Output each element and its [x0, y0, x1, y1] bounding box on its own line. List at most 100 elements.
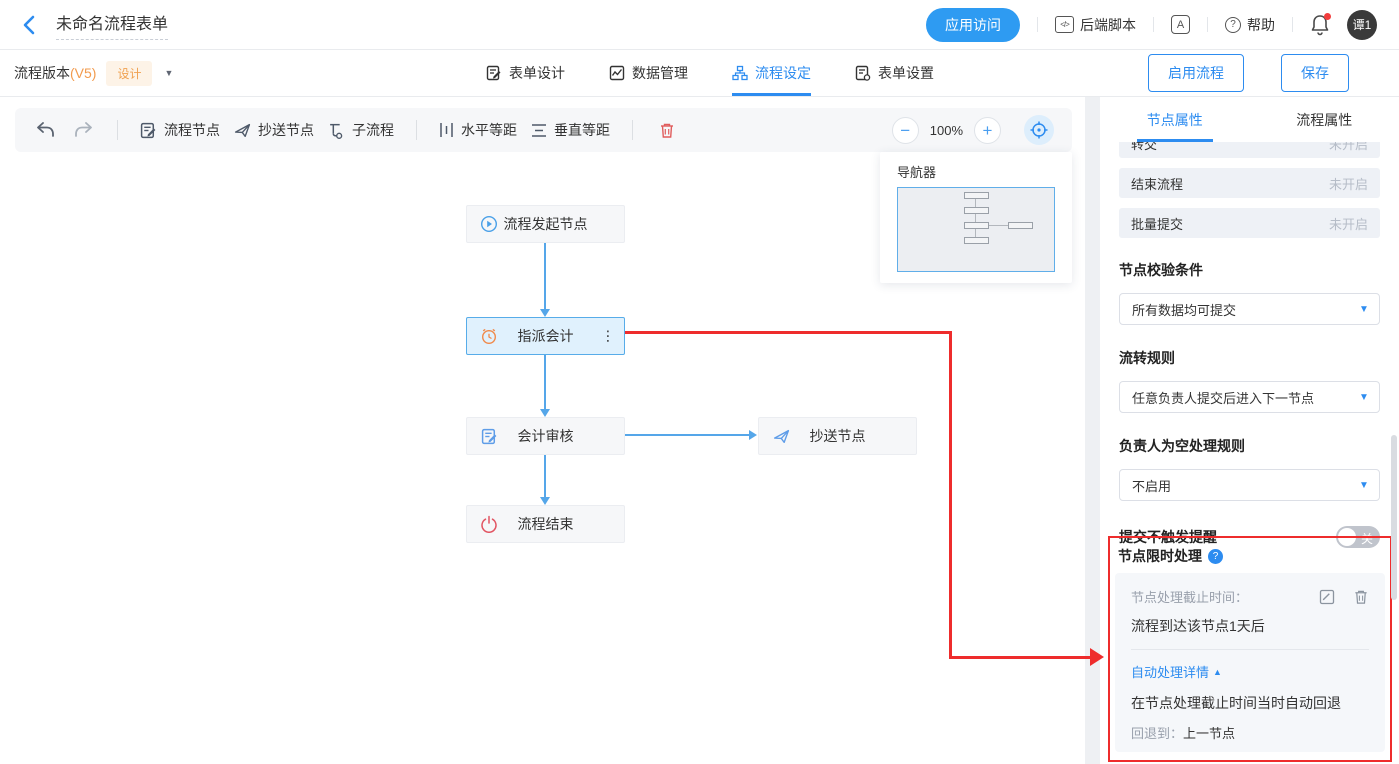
- help-label: 帮助: [1247, 15, 1275, 35]
- crosshair-icon: [1030, 121, 1048, 139]
- tab-flow-settings[interactable]: 流程设定: [732, 50, 811, 96]
- annotation-arrowhead: [1090, 648, 1104, 666]
- empty-owner-rule-select[interactable]: 不启用 ▼: [1119, 469, 1380, 501]
- main-tabs: 表单设计 数据管理 流程设定 表单设置: [486, 50, 934, 96]
- paper-plane-icon: [234, 122, 251, 139]
- edit-icon[interactable]: [1319, 589, 1335, 605]
- horizontal-distribute-icon: [439, 122, 454, 138]
- flow-settings-icon: [732, 65, 748, 81]
- connector-arrow: [540, 309, 550, 317]
- minimap-node: [1008, 222, 1033, 229]
- node-menu-button[interactable]: ⋮: [601, 328, 615, 345]
- chevron-down-icon: ▼: [1349, 392, 1379, 403]
- trash-icon[interactable]: [1353, 589, 1369, 605]
- back-chevron-icon: [22, 14, 36, 36]
- tab-form-settings[interactable]: 表单设置: [855, 50, 934, 96]
- flow-canvas[interactable]: 流程节点 抄送节点 子流程 水平等距 垂直等距: [0, 97, 1085, 764]
- backend-script-button[interactable]: </> 后端脚本: [1055, 15, 1136, 35]
- divider: [632, 120, 633, 140]
- add-subflow-button[interactable]: 子流程: [328, 120, 394, 140]
- node-start[interactable]: 流程发起节点: [466, 205, 625, 243]
- navigator-title: 导航器: [880, 152, 1072, 187]
- version-tag: (V5): [70, 65, 96, 81]
- panel-scrollbar[interactable]: [1391, 435, 1397, 600]
- deadline-label: 节点处理截止时间：: [1131, 587, 1248, 606]
- power-icon: [480, 515, 498, 533]
- node-cc[interactable]: 抄送节点: [758, 417, 917, 455]
- undo-button[interactable]: [33, 118, 57, 142]
- rollback-label: 回退到：: [1131, 726, 1183, 741]
- save-button[interactable]: 保存: [1281, 54, 1349, 92]
- minimap-node: [964, 207, 989, 214]
- back-button[interactable]: [16, 12, 42, 38]
- fit-view-button[interactable]: [1024, 115, 1054, 145]
- tab-flow-properties[interactable]: 流程属性: [1250, 97, 1399, 142]
- auto-detail-link[interactable]: 自动处理详情 ▲: [1131, 662, 1222, 681]
- play-icon: [480, 215, 498, 233]
- empty-owner-rule-label: 负责人为空处理规则: [1119, 436, 1380, 456]
- backend-script-label: 后端脚本: [1080, 15, 1136, 35]
- chevron-down-icon: ▼: [1349, 304, 1379, 315]
- row-end-flow[interactable]: 结束流程 未开启: [1119, 168, 1380, 198]
- node-end[interactable]: 流程结束: [466, 505, 625, 543]
- zoom-out-button[interactable]: −: [892, 117, 919, 144]
- redo-icon: [74, 122, 93, 138]
- tab-form-design[interactable]: 表单设计: [486, 50, 565, 96]
- navigator-minimap[interactable]: [897, 187, 1055, 272]
- chevron-up-icon: ▲: [1213, 667, 1222, 677]
- properties-panel: 节点属性 流程属性 转交 未开启 结束流程 未开启 批量提交 未开启 节点校验条…: [1100, 97, 1399, 764]
- annotation-line: [949, 656, 1090, 659]
- minimap-node: [964, 237, 989, 244]
- reference-icon[interactable]: A: [1171, 15, 1190, 34]
- avatar[interactable]: 谭1: [1347, 10, 1377, 40]
- form-design-icon: [486, 65, 502, 81]
- enable-flow-button[interactable]: 启用流程: [1148, 54, 1244, 92]
- data-management-icon: [609, 65, 625, 81]
- divider: [1153, 17, 1154, 32]
- add-cc-node-button[interactable]: 抄送节点: [234, 120, 314, 140]
- tab-node-properties[interactable]: 节点属性: [1100, 97, 1250, 142]
- delete-button[interactable]: [655, 118, 679, 142]
- flow-rule-label: 流转规则: [1119, 348, 1380, 368]
- flow-rule-select[interactable]: 任意负责人提交后进入下一节点 ▼: [1119, 381, 1380, 413]
- row-transfer[interactable]: 转交 未开启: [1119, 142, 1380, 158]
- divider: [1131, 649, 1369, 650]
- alarm-clock-icon: [480, 327, 498, 345]
- help-button[interactable]: ? 帮助: [1225, 15, 1275, 35]
- auto-detail-text: 在节点处理截止时间当时自动回退: [1131, 693, 1369, 713]
- connector-arrow: [749, 430, 757, 440]
- row-batch-submit[interactable]: 批量提交 未开启: [1119, 208, 1380, 238]
- sub-header: 流程版本 (V5) 设计 ▼ 表单设计 数据管理 流程设定 表单设置 启用流程: [0, 50, 1399, 97]
- status-badge: 未开启: [1329, 174, 1368, 193]
- node-accountant-review[interactable]: 会计审核: [466, 417, 625, 455]
- validation-label: 节点校验条件: [1119, 260, 1380, 280]
- horizontal-distribute-button[interactable]: 水平等距: [439, 120, 517, 140]
- app-access-button[interactable]: 应用访问: [926, 8, 1020, 42]
- add-flow-node-button[interactable]: 流程节点: [140, 120, 220, 140]
- validation-select[interactable]: 所有数据均可提交 ▼: [1119, 293, 1380, 325]
- divider: [1037, 17, 1038, 32]
- flow-node-icon: [140, 122, 157, 139]
- notification-bell-button[interactable]: [1310, 14, 1330, 36]
- question-icon: ?: [1225, 17, 1241, 33]
- annotation-line: [625, 331, 952, 334]
- status-badge: 未开启: [1329, 214, 1368, 233]
- node-assign-accountant[interactable]: 指派会计 ⋮: [466, 317, 625, 355]
- time-limit-title: 节点限时处理: [1118, 546, 1202, 566]
- redo-button[interactable]: [71, 118, 95, 142]
- form-settings-icon: [855, 65, 871, 81]
- tab-data-management[interactable]: 数据管理: [609, 50, 688, 96]
- notification-dot: [1324, 13, 1331, 20]
- connector: [544, 355, 546, 409]
- vertical-distribute-button[interactable]: 垂直等距: [531, 120, 610, 140]
- rollback-value: 上一节点: [1183, 726, 1235, 741]
- app-window: 未命名流程表单 应用访问 </> 后端脚本 A ? 帮助 谭1 流程版本: [0, 0, 1399, 764]
- version-caret-icon[interactable]: ▼: [164, 68, 173, 78]
- zoom-in-button[interactable]: +: [974, 117, 1001, 144]
- minimap-node: [964, 192, 989, 199]
- version-label: 流程版本: [14, 63, 70, 83]
- divider: [117, 120, 118, 140]
- help-icon[interactable]: ?: [1208, 549, 1223, 564]
- status-badge: 未开启: [1329, 142, 1368, 153]
- chevron-down-icon: ▼: [1349, 480, 1379, 491]
